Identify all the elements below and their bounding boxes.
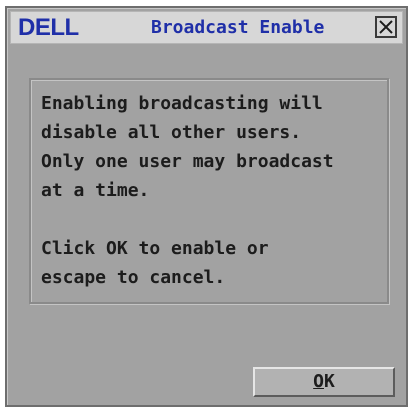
close-x-icon bbox=[379, 20, 393, 34]
ok-label-rest: K bbox=[324, 371, 335, 392]
ok-accelerator-key: O bbox=[313, 371, 324, 392]
broadcast-enable-dialog: DELL Broadcast Enable Enabling broadcast… bbox=[5, 6, 408, 407]
message-line: Click OK to enable or bbox=[41, 238, 269, 259]
title-bar: DELL Broadcast Enable bbox=[10, 11, 403, 44]
message-panel: Enabling broadcasting will disable all o… bbox=[29, 78, 389, 304]
dialog-title: Broadcast Enable bbox=[151, 17, 325, 38]
message-line: escape to cancel. bbox=[41, 267, 226, 288]
dell-logo: DELL bbox=[18, 14, 79, 41]
close-button[interactable] bbox=[375, 16, 397, 38]
ok-button[interactable]: OK bbox=[253, 367, 395, 397]
message-line: Enabling broadcasting will bbox=[41, 93, 323, 114]
message-line: at a time. bbox=[41, 180, 150, 201]
message-line: Only one user may broadcast bbox=[41, 151, 334, 172]
message-line: disable all other users. bbox=[41, 122, 302, 143]
